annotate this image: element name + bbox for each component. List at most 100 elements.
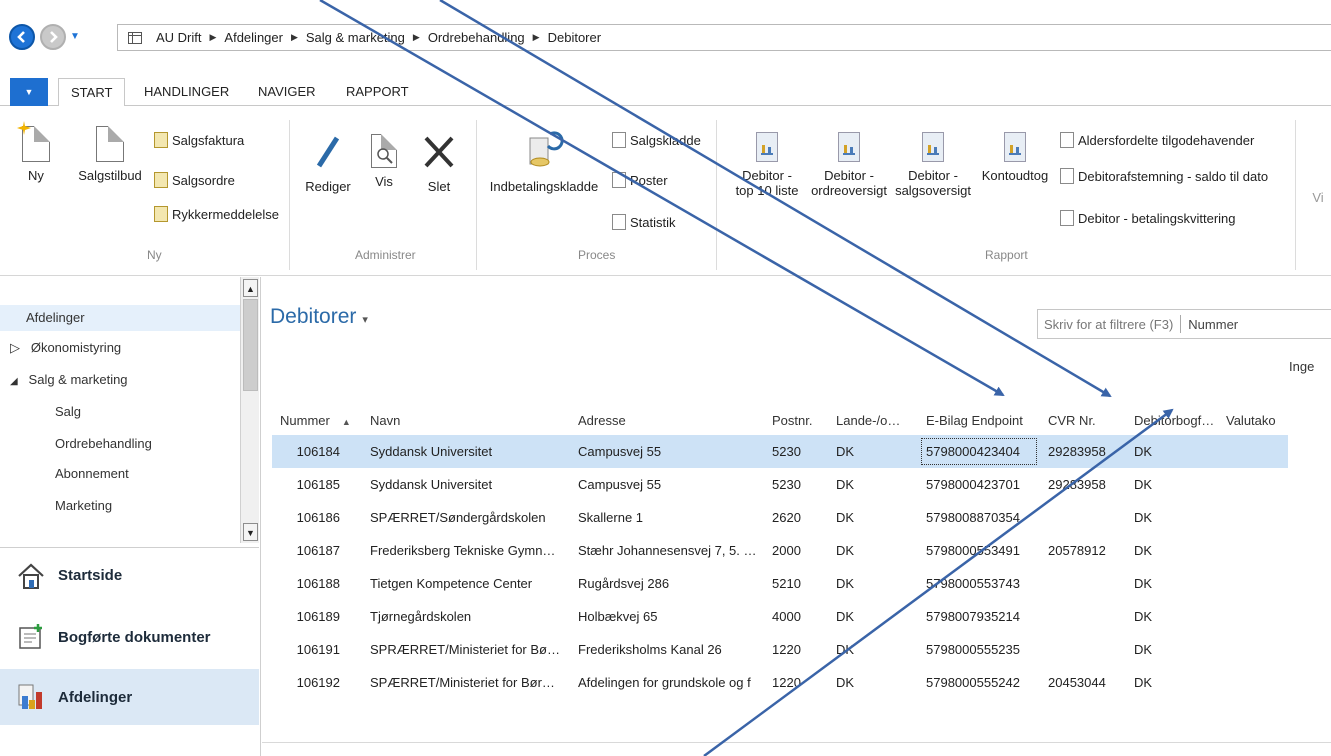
nav-item-okonomistyring[interactable]: ▷ Økonomistyring	[0, 335, 240, 361]
reminder-button[interactable]: Rykkermeddelelse	[154, 206, 279, 222]
column-header[interactable]: Postnr.	[764, 405, 828, 435]
nav-item-marketing[interactable]: Marketing	[0, 493, 240, 519]
column-header[interactable]: Lande-/o…	[828, 405, 918, 435]
nav-item-label: Marketing	[55, 498, 113, 513]
page-title[interactable]: Debitorer ▾	[270, 305, 368, 329]
nav-item-label: Afdelinger	[26, 310, 85, 325]
column-header[interactable]: Nummer ▲	[272, 405, 362, 435]
column-header[interactable]: Navn	[362, 405, 570, 435]
tab-naviger[interactable]: NAVIGER	[246, 78, 328, 107]
scroll-up-icon[interactable]: ▲	[243, 279, 258, 297]
table-cell: 1220	[772, 675, 801, 690]
column-header[interactable]: Adresse	[570, 405, 764, 435]
column-header[interactable]: E-Bilag Endpoint	[918, 405, 1040, 435]
table-cell: 20578912	[1048, 543, 1106, 558]
sales-invoice-button[interactable]: Salgsfaktura	[154, 132, 244, 148]
sales-journal-button[interactable]: Salgskladde	[612, 132, 701, 148]
breadcrumb[interactable]: AU Drift ▶ Afdelinger ▶ Salg & marketing…	[117, 24, 1331, 51]
breadcrumb-item[interactable]: AU Drift	[156, 30, 202, 45]
table-row[interactable]: 106184 Syddansk Universitet Campusvej 55 52…	[272, 435, 1288, 468]
statement-button[interactable]: Kontoudtog	[976, 132, 1054, 183]
application-menu-button[interactable]: ▼	[10, 78, 48, 106]
collapse-icon[interactable]: ◢	[10, 376, 18, 387]
breadcrumb-item[interactable]: Salg & marketing	[306, 30, 405, 45]
new-button[interactable]: Ny	[16, 121, 56, 183]
tab-start[interactable]: START	[58, 78, 126, 107]
filter-input[interactable]: Skriv for at filtrere (F3)	[1044, 317, 1173, 332]
filter-field-select[interactable]: Nummer	[1188, 317, 1238, 332]
table-cell: 106184	[272, 435, 362, 468]
forward-button[interactable]	[40, 24, 66, 50]
report-order-overview-label: Debitor -	[824, 168, 874, 183]
table-row[interactable]: 106189 Tjørnegårdskolen Holbækvej 65 4000 DK…	[272, 600, 1288, 633]
nav-scrollbar[interactable]: ▲ ▼	[240, 277, 259, 543]
nav-button-afdelinger[interactable]: Afdelinger	[0, 669, 259, 725]
table-row[interactable]: 106192 SPÆRRET/Ministeriet for Bør… Afdeli…	[272, 666, 1288, 699]
history-dropdown-icon[interactable]: ▼	[70, 31, 80, 42]
delete-button[interactable]: Slet	[414, 134, 464, 194]
table-row[interactable]: 106185 Syddansk Universitet Campusvej 55 52…	[272, 468, 1288, 501]
nav-button-label: Bogførte dokumenter	[58, 628, 211, 646]
column-header[interactable]: Valutako	[1218, 405, 1288, 435]
home-icon	[18, 563, 44, 589]
sales-order-button[interactable]: Salgsordre	[154, 172, 235, 188]
table-cell: 5798000423701	[926, 477, 1020, 492]
horizontal-scrollbar[interactable]	[262, 742, 1331, 756]
nav-item-abonnement[interactable]: Abonnement	[0, 461, 240, 487]
table-row[interactable]: 106191 SPRÆRRET/Ministeriet for Bø… Freder…	[272, 633, 1288, 666]
filter-box[interactable]: Skriv for at filtrere (F3) Nummer	[1037, 309, 1331, 339]
quote-button[interactable]: Salgstilbud	[72, 126, 148, 183]
nav-item-salg[interactable]: Salg	[0, 399, 240, 425]
entries-label: Poster	[630, 172, 668, 188]
pencil-icon	[316, 136, 340, 168]
view-button[interactable]: Vis	[364, 134, 404, 189]
entries-button[interactable]: Poster	[612, 172, 668, 188]
report-order-overview-button[interactable]: Debitor - ordreoversigt	[806, 132, 892, 198]
breadcrumb-item[interactable]: Debitorer	[548, 30, 601, 45]
table-row[interactable]: 106188 Tietgen Kompetence Center Rugårdsve…	[272, 567, 1288, 600]
table-cell	[1040, 600, 1126, 633]
aged-receivables-button[interactable]: Aldersfordelte tilgodehavender	[1060, 132, 1254, 148]
cut-off-button-label[interactable]: Vi	[1305, 190, 1331, 205]
back-button[interactable]	[9, 24, 35, 50]
tab-handlinger[interactable]: HANDLINGER	[132, 78, 241, 107]
navigation-tree: Afdelinger ▷ Økonomistyring ◢ Salg & mar…	[0, 277, 240, 543]
table-cell: 4000	[772, 609, 801, 624]
sales-invoice-label: Salgsfaktura	[172, 132, 245, 148]
scroll-down-icon[interactable]: ▼	[243, 523, 258, 541]
breadcrumb-item[interactable]: Ordrebehandling	[428, 30, 525, 45]
table-row[interactable]: 106187 Frederiksberg Tekniske Gymn… Stæhr …	[272, 534, 1288, 567]
scroll-thumb[interactable]	[243, 299, 258, 391]
nav-item-afdelinger[interactable]: Afdelinger	[0, 305, 240, 331]
report-top10-button[interactable]: Debitor - top 10 liste	[722, 132, 812, 198]
table-cell: 106189	[296, 609, 340, 624]
payment-journal-button[interactable]: Indbetalingskladde	[484, 128, 604, 194]
nav-button-bogforte-dokumenter[interactable]: Bogførte dokumenter	[0, 609, 259, 665]
table-cell: Syddansk Universitet	[370, 477, 493, 492]
column-header[interactable]: Debitorbogf…	[1126, 405, 1218, 435]
payment-receipt-button[interactable]: Debitor - betalingskvittering	[1060, 210, 1236, 226]
table-cell: DK	[836, 543, 855, 558]
reconciliation-button[interactable]: Debitorafstemning - saldo til dato	[1060, 168, 1268, 184]
report-icon	[1004, 132, 1026, 162]
reconciliation-label: Debitorafstemning - saldo til dato	[1078, 168, 1269, 184]
nav-item-label: Salg	[55, 404, 82, 419]
view-label: Vis	[375, 174, 393, 189]
breadcrumb-item[interactable]: Afdelinger	[224, 30, 283, 45]
table-cell: Rugårdsvej 286	[578, 576, 670, 591]
table-row[interactable]: 106186 SPÆRRET/Søndergårdskolen Skallerne …	[272, 501, 1288, 534]
expand-icon[interactable]: ▷	[10, 340, 20, 355]
tab-rapport[interactable]: RAPPORT	[334, 78, 421, 107]
chevron-down-icon[interactable]: ▾	[362, 314, 368, 326]
edit-button[interactable]: Rediger	[302, 134, 354, 194]
column-header[interactable]: CVR Nr.	[1040, 405, 1126, 435]
nav-button-startside[interactable]: Startside	[0, 547, 259, 603]
table-cell: 106188	[296, 576, 340, 591]
report-sales-overview-button[interactable]: Debitor - salgsoversigt	[888, 132, 978, 198]
nav-item-salg-marketing[interactable]: ◢ Salg & marketing	[0, 367, 240, 393]
table-cell: 5798000553743	[926, 576, 1020, 591]
nav-item-ordrebehandling[interactable]: Ordrebehandling	[0, 431, 240, 457]
filter-status-text: Inge	[1289, 359, 1315, 374]
statistics-button[interactable]: Statistik	[612, 214, 676, 230]
table-cell: DK	[836, 510, 855, 525]
